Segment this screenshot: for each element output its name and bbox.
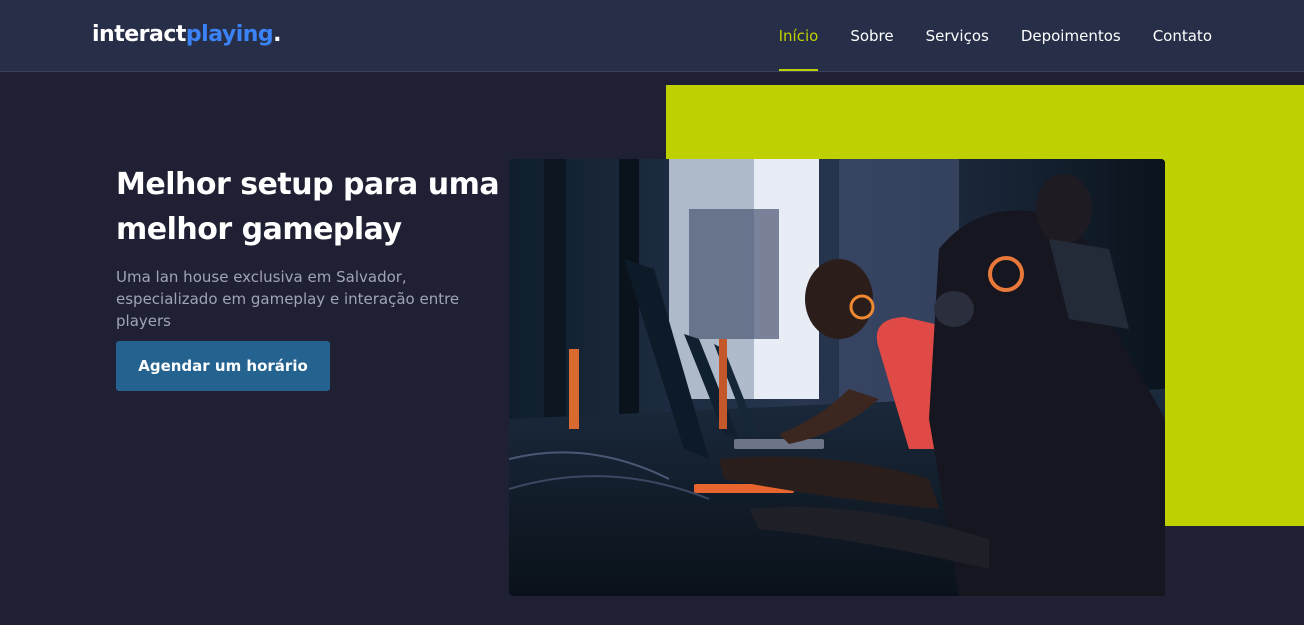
gaming-lan-photo: [509, 159, 1165, 596]
nav-link-inicio[interactable]: Início: [778, 0, 818, 72]
nav-link-depoimentos[interactable]: Depoimentos: [1021, 0, 1121, 72]
site-header: interactplaying. Início Sobre Serviços D…: [0, 0, 1304, 72]
nav-link-sobre[interactable]: Sobre: [850, 0, 893, 72]
hero-subtitle: Uma lan house exclusiva em Salvador, esp…: [116, 268, 460, 330]
main-nav: Início Sobre Serviços Depoimentos Contat…: [778, 0, 1212, 72]
logo-text-primary: interact: [92, 22, 186, 47]
logo[interactable]: interactplaying.: [92, 22, 282, 47]
hero-image-gamers: [509, 159, 1165, 596]
nav-link-contato[interactable]: Contato: [1153, 0, 1212, 72]
hero-title: Melhor setup para uma melhor gameplay: [116, 167, 500, 247]
logo-text-accent: playing: [185, 22, 274, 47]
schedule-button[interactable]: Agendar um horário: [116, 341, 330, 391]
logo-dot: .: [273, 22, 282, 47]
nav-link-servicos[interactable]: Serviços: [926, 0, 989, 72]
